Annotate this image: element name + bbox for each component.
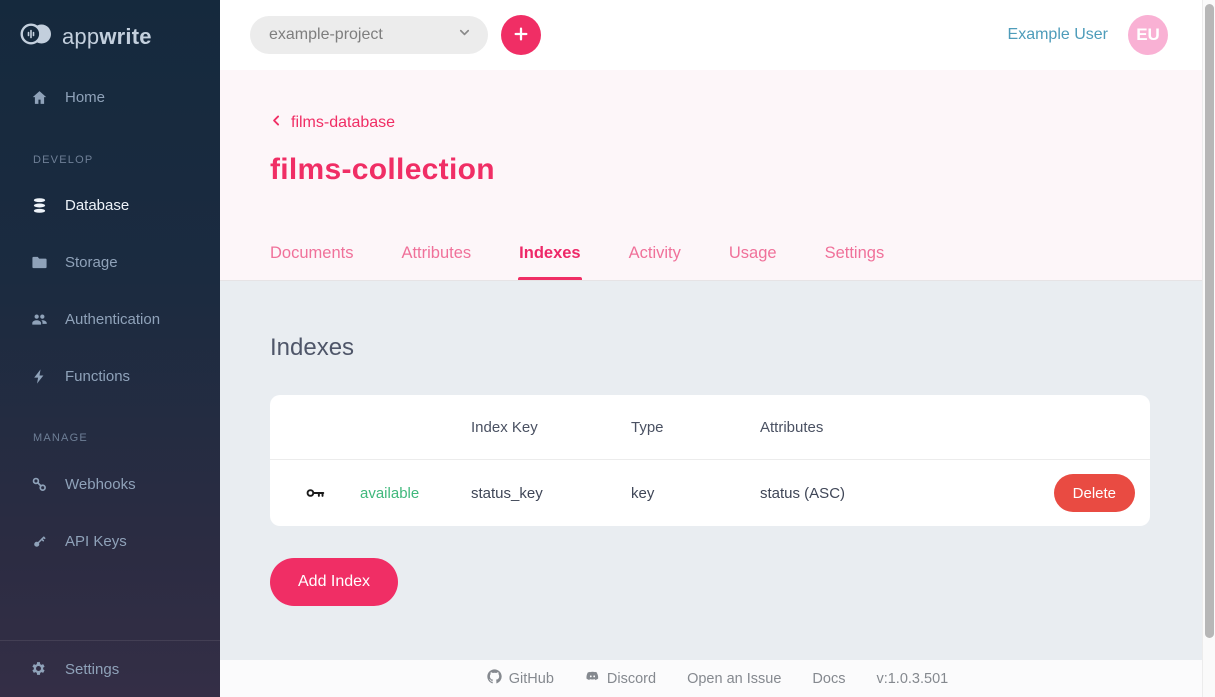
footer-github-label: GitHub (509, 671, 554, 687)
home-icon (30, 88, 48, 106)
github-icon (487, 669, 502, 688)
index-attributes-cell: status (ASC) (760, 485, 1000, 502)
sidebar: appwrite Home DEVELOP Database Storage A… (0, 0, 220, 697)
footer-docs-link[interactable]: Docs (812, 671, 845, 687)
avatar[interactable]: EU (1128, 15, 1168, 55)
table-header-row: Index Key Type Attributes (270, 395, 1150, 460)
appwrite-logo-text: appwrite (62, 24, 152, 50)
sidebar-item-label: Database (65, 197, 129, 214)
sidebar-item-label: Storage (65, 254, 118, 271)
users-icon (30, 310, 48, 328)
topbar: example-project Example User EU (220, 0, 1215, 70)
index-key-cell: status_key (471, 485, 631, 502)
project-select[interactable]: example-project (250, 16, 488, 54)
chevron-down-icon (457, 25, 472, 45)
sidebar-item-home[interactable]: Home (0, 77, 220, 117)
add-index-button[interactable]: Add Index (270, 558, 398, 606)
sidebar-item-api-keys[interactable]: API Keys (0, 521, 220, 561)
column-header-type: Type (631, 419, 760, 436)
plus-icon (513, 26, 529, 45)
sidebar-item-label: Home (65, 89, 105, 106)
appwrite-logo-icon (19, 21, 53, 52)
tab-activity[interactable]: Activity (629, 244, 681, 280)
user-area: Example User EU (1008, 15, 1168, 55)
lightning-icon (30, 367, 48, 385)
sidebar-item-functions[interactable]: Functions (0, 356, 220, 396)
tab-documents[interactable]: Documents (270, 244, 353, 280)
project-select-value: example-project (269, 26, 383, 44)
sidebar-item-label: Settings (65, 661, 119, 678)
sidebar-item-label: Functions (65, 368, 130, 385)
tab-settings[interactable]: Settings (825, 244, 885, 280)
index-type-cell: key (631, 485, 760, 502)
footer-version: v:1.0.3.501 (876, 671, 948, 687)
gear-icon (30, 660, 48, 678)
column-header-index-key: Index Key (471, 419, 631, 436)
folder-icon (30, 253, 48, 271)
tab-usage[interactable]: Usage (729, 244, 777, 280)
footer-github-link[interactable]: GitHub (487, 669, 554, 688)
delete-index-button[interactable]: Delete (1054, 474, 1135, 512)
indexes-table: Index Key Type Attributes available stat… (270, 395, 1150, 526)
footer: GitHub Discord Open an Issue Docs v:1.0.… (220, 660, 1215, 697)
tab-attributes[interactable]: Attributes (401, 244, 471, 280)
sidebar-item-settings[interactable]: Settings (0, 640, 220, 697)
column-header-attributes: Attributes (760, 419, 1000, 436)
footer-open-issue-link[interactable]: Open an Issue (687, 671, 781, 687)
sidebar-item-label: Authentication (65, 311, 160, 328)
sidebar-item-label: API Keys (65, 533, 127, 550)
page-header: films-database films-collection Document… (220, 70, 1215, 281)
appwrite-logo[interactable]: appwrite (0, 0, 220, 52)
user-name-link[interactable]: Example User (1008, 26, 1108, 44)
sidebar-item-authentication[interactable]: Authentication (0, 299, 220, 339)
discord-icon (585, 669, 600, 688)
page-scrollbar[interactable] (1202, 0, 1215, 697)
breadcrumb[interactable]: films-database (270, 114, 395, 132)
sidebar-item-storage[interactable]: Storage (0, 242, 220, 282)
tab-bar: Documents Attributes Indexes Activity Us… (270, 244, 884, 280)
scrollbar-thumb[interactable] (1205, 4, 1214, 638)
breadcrumb-label: films-database (291, 114, 395, 132)
link-icon (30, 475, 48, 493)
index-key-icon (270, 482, 360, 504)
tab-indexes[interactable]: Indexes (519, 244, 580, 280)
index-status: available (360, 485, 471, 502)
table-row: available status_key key status (ASC) De… (270, 460, 1150, 526)
sidebar-section-develop: DEVELOP (0, 154, 220, 166)
chevron-left-icon (270, 114, 283, 132)
sidebar-item-webhooks[interactable]: Webhooks (0, 464, 220, 504)
footer-discord-link[interactable]: Discord (585, 669, 656, 688)
create-project-button[interactable] (501, 15, 541, 55)
footer-discord-label: Discord (607, 671, 656, 687)
database-icon (30, 196, 48, 214)
section-heading: Indexes (270, 334, 354, 362)
sidebar-item-database[interactable]: Database (0, 185, 220, 225)
sidebar-item-label: Webhooks (65, 476, 136, 493)
sidebar-section-manage: MANAGE (0, 432, 220, 444)
key-icon (30, 532, 48, 550)
page-title: films-collection (270, 153, 1215, 187)
